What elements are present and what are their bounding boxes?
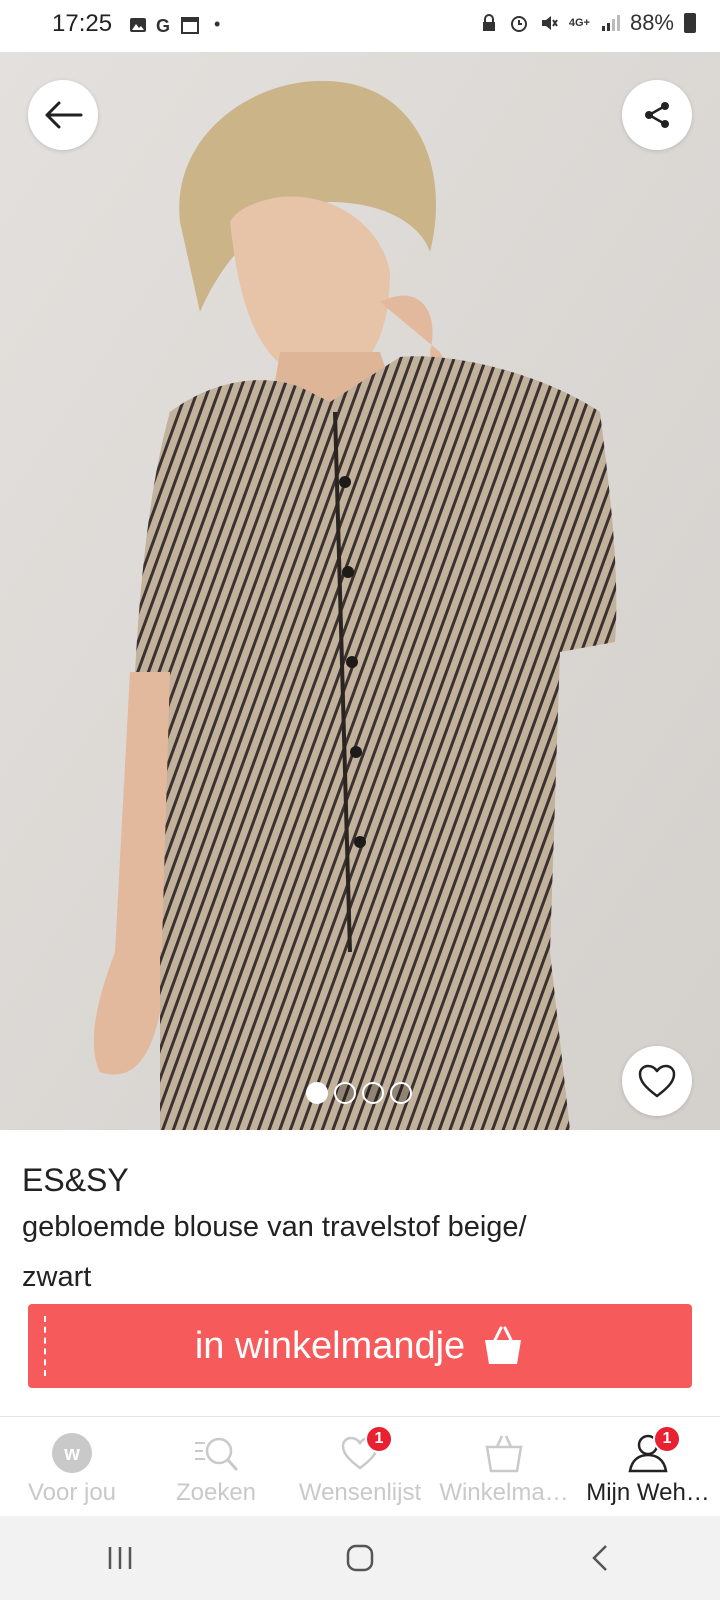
nav-label: Zoeken <box>175 1479 257 1506</box>
nav-item-zoeken[interactable]: Zoeken <box>144 1417 288 1516</box>
system-status: 4G+ 88% <box>479 10 696 36</box>
nav-item-mijn-wehkamp[interactable]: 1 Mijn Weh… <box>576 1417 720 1516</box>
gallery-icon <box>130 17 146 32</box>
wehkamp-logo-icon: w <box>52 1433 92 1473</box>
carousel-indicator[interactable] <box>306 1082 412 1104</box>
nav-item-wensenlijst[interactable]: 1 Wensenlijst <box>288 1417 432 1516</box>
wishlist-count-badge: 1 <box>365 1425 393 1453</box>
carousel-dot[interactable] <box>306 1082 328 1104</box>
nav-item-voor-jou[interactable]: w Voor jou <box>0 1417 144 1516</box>
product-name-line: gebloemde blouse van travelstof beige/ <box>22 1211 527 1243</box>
more-notifications-icon: • <box>214 14 221 34</box>
lock-icon <box>482 14 495 31</box>
product-name: gebloemde blouse van travelstof beige/ z… <box>22 1202 702 1302</box>
nav-label: Wensenlijst <box>298 1479 422 1506</box>
share-button[interactable] <box>622 80 692 150</box>
svg-text:w: w <box>63 1443 80 1465</box>
alarm-icon <box>510 16 527 32</box>
system-back-button[interactable] <box>570 1528 630 1588</box>
product-image-carousel[interactable] <box>0 52 720 1130</box>
network-type: 4G+ <box>568 17 590 29</box>
favorite-button[interactable] <box>622 1046 692 1116</box>
home-icon <box>346 1544 374 1572</box>
carousel-dot[interactable] <box>334 1082 356 1104</box>
heart-outline-icon <box>638 1064 676 1098</box>
calendar-icon <box>181 16 199 34</box>
nav-label: Mijn Weh… <box>586 1479 710 1506</box>
account-count-badge: 1 <box>653 1425 681 1453</box>
notification-icons: G • <box>128 14 220 35</box>
chevron-left-icon <box>592 1545 607 1571</box>
add-to-cart-button[interactable]: in winkelmandje <box>28 1304 692 1388</box>
signal-icon <box>601 15 620 31</box>
nav-label: Winkelma… <box>439 1479 569 1506</box>
recent-apps-icon <box>108 1547 132 1569</box>
mute-icon <box>541 16 558 30</box>
home-button[interactable] <box>330 1528 390 1588</box>
svg-text:G: G <box>156 16 170 35</box>
google-icon: G <box>156 16 170 35</box>
nav-item-winkelmandje[interactable]: Winkelma… <box>432 1417 576 1516</box>
shopping-bag-icon <box>485 1326 522 1364</box>
battery-icon <box>684 13 696 33</box>
add-to-cart-label: in winkelmandje <box>194 1324 466 1367</box>
carousel-dot[interactable] <box>362 1082 384 1104</box>
recent-apps-button[interactable] <box>90 1528 150 1588</box>
shopping-bag-icon <box>485 1435 523 1473</box>
button-divider <box>44 1316 46 1376</box>
search-icon <box>195 1437 238 1471</box>
product-name-line: zwart <box>22 1261 92 1293</box>
share-icon <box>645 102 669 128</box>
battery-percent: 88% <box>629 10 674 35</box>
status-bar: 17:25 G • 4G+ 88% <box>0 0 720 52</box>
product-brand[interactable]: ES&SY <box>22 1160 702 1200</box>
status-time: 17:25 <box>52 10 113 37</box>
back-button[interactable] <box>28 80 98 150</box>
system-navigation-bar <box>0 1516 720 1600</box>
product-info: ES&SY gebloemde blouse van travelstof be… <box>22 1160 702 1302</box>
arrow-left-icon <box>45 101 83 129</box>
product-photo <box>0 52 720 1130</box>
nav-label: Voor jou <box>27 1479 117 1506</box>
carousel-dot[interactable] <box>390 1082 412 1104</box>
bottom-navigation: w Voor jou Zoeken 1 Wensenlijst Winkelma… <box>0 1416 720 1516</box>
